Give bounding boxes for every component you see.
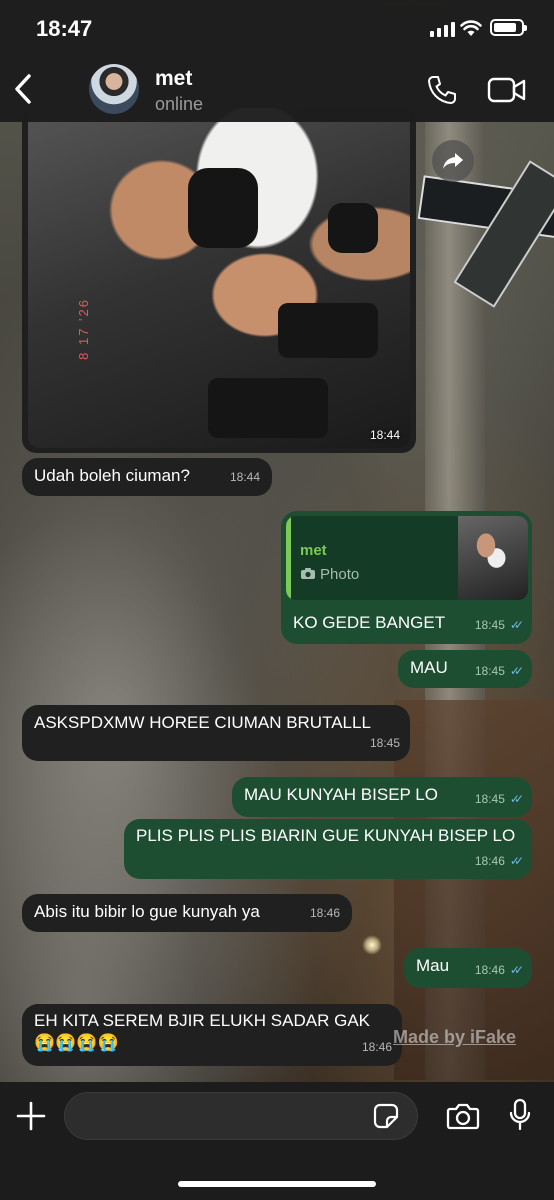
- message-time: 18:45: [474, 618, 505, 632]
- plus-icon[interactable]: [16, 1101, 46, 1131]
- message-text: ASKSPDXMW HOREE CIUMAN BRUTALLL: [34, 713, 371, 732]
- message-bubble-incoming[interactable]: ASKSPDXMW HOREE CIUMAN BRUTALLL 18:45: [22, 705, 410, 761]
- wallpaper-building: [394, 700, 554, 1080]
- message-time: 18:44: [229, 470, 260, 484]
- message-text: MAU: [410, 658, 448, 677]
- message-bubble-outgoing[interactable]: MAU KUNYAH BISEP LO 18:45 ✓✓: [232, 777, 532, 817]
- input-bar: [0, 1082, 554, 1200]
- message-bubble-incoming[interactable]: Abis itu bibir lo gue kunyah ya 18:46: [22, 894, 352, 932]
- message-time: 18:45: [474, 664, 505, 678]
- message-text: MAU KUNYAH BISEP LO: [244, 785, 438, 804]
- sticker-icon[interactable]: [372, 1102, 400, 1130]
- battery-icon: [490, 19, 527, 36]
- message-time: 18:46: [361, 1040, 392, 1054]
- gym-photo[interactable]: 8 17 '26 18:44: [28, 108, 410, 448]
- read-tick-icon: ✓✓: [509, 854, 524, 868]
- signal-icon: [430, 22, 455, 37]
- message-input[interactable]: [64, 1092, 418, 1140]
- forward-icon: [443, 153, 463, 169]
- reply-type-label: Photo: [320, 566, 360, 583]
- reply-accent-bar: [286, 516, 291, 600]
- home-indicator[interactable]: [178, 1181, 376, 1187]
- image-message[interactable]: 8 17 '26 18:44: [22, 108, 416, 453]
- back-icon[interactable]: [12, 72, 34, 106]
- read-tick-icon: ✓✓: [509, 618, 524, 632]
- message-time: 18:44: [369, 428, 400, 442]
- read-tick-icon: ✓✓: [509, 963, 524, 977]
- message-time: 18:46: [474, 963, 505, 977]
- message-bubble-incoming[interactable]: Udah boleh ciuman? 18:44: [22, 458, 272, 496]
- message-time: 18:45: [474, 792, 505, 806]
- avatar[interactable]: [89, 64, 139, 114]
- wifi-icon: [460, 20, 482, 36]
- read-tick-icon: ✓✓: [509, 664, 524, 678]
- watermark: Made by iFake: [393, 1027, 517, 1047]
- reply-preview[interactable]: met Photo: [286, 516, 528, 600]
- wallpaper-streetlight: [362, 935, 382, 955]
- message-text: Udah boleh ciuman?: [34, 466, 190, 485]
- photo-dumbbell: [208, 378, 328, 438]
- photo-dumbbell: [278, 303, 378, 358]
- reply-sender: met: [300, 542, 327, 559]
- reply-type: Photo: [300, 564, 359, 586]
- phone-icon[interactable]: [426, 74, 458, 106]
- message-time: 18:45: [369, 736, 400, 750]
- message-time: 18:46: [474, 854, 505, 868]
- message-time: 18:46: [309, 906, 340, 920]
- mic-icon[interactable]: [508, 1098, 532, 1132]
- status-time: 18:47: [36, 16, 93, 41]
- video-icon[interactable]: [487, 76, 527, 104]
- contact-name[interactable]: met: [155, 67, 192, 91]
- message-text: EH KITA SEREM BJIR ELUKH SADAR GAK: [34, 1011, 370, 1030]
- message-bubble-outgoing[interactable]: PLIS PLIS PLIS BIARIN GUE KUNYAH BISEP L…: [124, 819, 532, 879]
- message-text: KO GEDE BANGET: [293, 613, 446, 632]
- message-emoji: 😭😭😭😭: [34, 1033, 119, 1052]
- message-bubble-outgoing[interactable]: Mau 18:46 ✓✓: [404, 948, 532, 988]
- photo-glove: [188, 168, 258, 248]
- chat-header: 18:47 met online: [0, 0, 554, 122]
- status-bar: 18:47: [0, 0, 554, 58]
- message-bubble-outgoing[interactable]: MAU 18:45 ✓✓: [398, 650, 532, 688]
- camera-icon[interactable]: [446, 1102, 480, 1130]
- forward-button[interactable]: [432, 140, 474, 182]
- photo-date-stamp: 8 17 '26: [76, 298, 91, 360]
- photo-glove: [328, 203, 378, 253]
- message-text: PLIS PLIS PLIS BIARIN GUE KUNYAH BISEP L…: [136, 826, 516, 845]
- message-text: Mau: [416, 956, 450, 975]
- message-bubble-incoming[interactable]: EH KITA SEREM BJIR ELUKH SADAR GAK 😭😭😭😭 …: [22, 1004, 402, 1066]
- message-bubble-outgoing[interactable]: met Photo KO GEDE BANGET 18:45 ✓✓: [281, 511, 532, 644]
- read-tick-icon: ✓✓: [509, 792, 524, 806]
- camera-icon: [301, 568, 315, 579]
- contact-status: online: [155, 94, 204, 114]
- message-text: Abis itu bibir lo gue kunyah ya: [34, 902, 260, 921]
- reply-thumbnail: [458, 516, 528, 600]
